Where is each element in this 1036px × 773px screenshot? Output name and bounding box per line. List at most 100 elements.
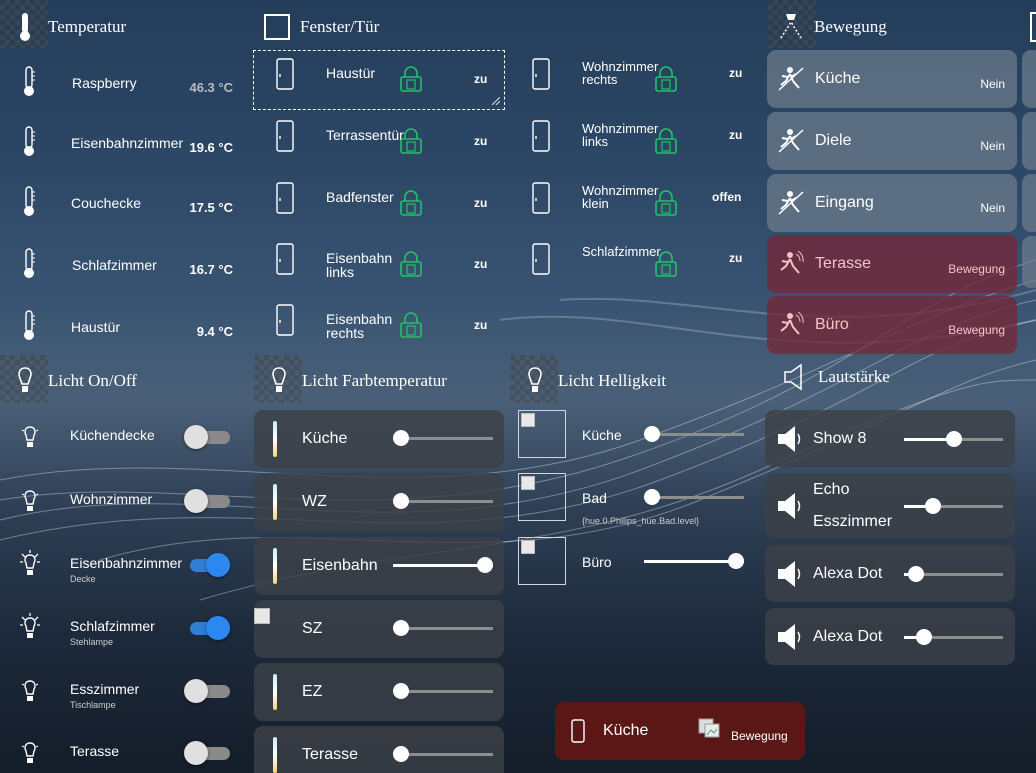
colortemp-card[interactable]: EZ xyxy=(254,663,504,721)
brightness-note: {hue.0.Philips_hue.Bad.level} xyxy=(582,516,700,526)
colortemp-card[interactable]: Terasse xyxy=(254,726,504,773)
motion-off-icon xyxy=(777,66,805,97)
section-title: Temperatur xyxy=(48,17,127,36)
light-toggle[interactable] xyxy=(184,678,232,704)
volume-slider[interactable] xyxy=(904,431,1003,447)
section-brightness-header: Licht Helligkeit xyxy=(522,366,666,396)
brightness-slider[interactable] xyxy=(644,426,744,442)
window-state: zu xyxy=(474,318,488,332)
lock-icon xyxy=(400,251,422,282)
speaker-icon xyxy=(775,491,805,526)
slider-thumb[interactable] xyxy=(644,426,660,442)
slider-thumb[interactable] xyxy=(644,489,660,505)
motion-card[interactable]: Küche Nein xyxy=(767,50,1017,108)
brightness-slider[interactable] xyxy=(644,553,744,569)
motion-off-icon xyxy=(777,128,805,159)
slider-thumb[interactable] xyxy=(477,557,493,573)
partial-card xyxy=(1022,112,1036,170)
toggle-knob[interactable] xyxy=(206,616,230,640)
toggle-knob[interactable] xyxy=(206,553,230,577)
colortemp-card[interactable]: Küche xyxy=(254,410,504,468)
slider-thumb[interactable] xyxy=(393,683,409,699)
motion-state: Nein xyxy=(980,139,1005,153)
motion-card[interactable]: Büro Bewegung xyxy=(767,296,1017,354)
slider-thumb[interactable] xyxy=(908,566,925,582)
temperature-value: 16.7 °C xyxy=(189,262,233,277)
motion-state: Bewegung xyxy=(948,262,1005,276)
slider-thumb[interactable] xyxy=(945,431,962,447)
volume-card[interactable]: Alexa Dot xyxy=(765,608,1015,665)
light-toggle[interactable] xyxy=(184,615,232,641)
volume-card[interactable]: Show 8 xyxy=(765,410,1015,467)
phone-icon xyxy=(571,719,585,743)
lock-icon xyxy=(655,251,677,282)
broken-image-icon xyxy=(698,718,720,738)
colortemp-slider[interactable] xyxy=(393,620,493,636)
volume-slider[interactable] xyxy=(904,629,1003,645)
colortemp-name: Eisenbahn xyxy=(302,557,378,574)
toggle-knob[interactable] xyxy=(184,679,208,703)
lightbulb-off-icon xyxy=(18,738,42,773)
lightbulb-off-icon xyxy=(18,676,42,711)
window-icon xyxy=(264,12,290,42)
partial-card xyxy=(1022,236,1036,288)
slider-thumb[interactable] xyxy=(916,629,933,645)
toggle-knob[interactable] xyxy=(184,425,208,449)
window-state: offen xyxy=(712,190,742,204)
speaker-icon xyxy=(775,424,805,459)
colortemp-name: WZ xyxy=(302,493,327,510)
colortemp-card[interactable]: WZ xyxy=(254,473,504,531)
slider-thumb[interactable] xyxy=(393,746,409,762)
broken-image-icon xyxy=(254,608,270,624)
thermometer-icon xyxy=(22,310,36,347)
volume-name-line1: Echo xyxy=(813,481,850,498)
brightness-slider[interactable] xyxy=(644,489,744,505)
motion-state: Bewegung xyxy=(948,323,1005,337)
partial-card xyxy=(1022,50,1036,108)
door-icon xyxy=(276,182,294,219)
temperature-name: Schlafzimmer xyxy=(72,257,157,273)
motion-card[interactable]: Terasse Bewegung xyxy=(767,235,1017,293)
colortemp-name: Terasse xyxy=(302,746,359,763)
volume-card[interactable]: Alexa Dot xyxy=(765,545,1015,602)
volume-card[interactable]: Echo Esszimmer xyxy=(765,474,1015,538)
section-title: Licht Helligkeit xyxy=(558,371,667,390)
motion-card-kueche-bottom[interactable]: Küche Bewegung xyxy=(555,702,805,760)
window-state: zu xyxy=(474,257,488,271)
slider-thumb[interactable] xyxy=(393,430,409,446)
section-motion-header: Bewegung xyxy=(778,12,887,42)
colortemp-card[interactable]: SZ xyxy=(254,600,504,658)
motion-card[interactable]: Eingang Nein xyxy=(767,174,1017,232)
slider-thumb[interactable] xyxy=(728,553,744,569)
motion-name: Eingang xyxy=(815,194,874,211)
partial-section-icon xyxy=(1030,12,1036,42)
light-toggle[interactable] xyxy=(184,740,232,766)
colortemp-slider[interactable] xyxy=(393,557,493,573)
volume-slider[interactable] xyxy=(904,566,1003,582)
light-toggle[interactable] xyxy=(184,552,232,578)
colortemp-slider[interactable] xyxy=(393,683,493,699)
colortemp-slider[interactable] xyxy=(393,493,493,509)
light-toggle[interactable] xyxy=(184,488,232,514)
volume-slider[interactable] xyxy=(904,498,1003,514)
colortemp-slider[interactable] xyxy=(393,746,493,762)
broken-image-icon xyxy=(518,537,566,585)
colortemp-bar-icon xyxy=(272,548,278,589)
motion-alarm-icon xyxy=(777,311,805,343)
light-toggle[interactable] xyxy=(184,424,232,450)
slider-thumb[interactable] xyxy=(924,498,941,514)
motion-off-icon xyxy=(777,190,805,221)
colortemp-slider[interactable] xyxy=(393,430,493,446)
door-icon xyxy=(532,120,550,157)
motion-card[interactable]: Diele Nein xyxy=(767,112,1017,170)
volume-name: Alexa Dot xyxy=(813,565,883,582)
toggle-knob[interactable] xyxy=(184,489,208,513)
volume-name: Alexa Dot xyxy=(813,628,883,645)
temperature-value: 17.5 °C xyxy=(189,200,233,215)
thermometer-icon xyxy=(12,12,38,42)
slider-thumb[interactable] xyxy=(393,493,409,509)
slider-thumb[interactable] xyxy=(393,620,409,636)
temperature-name: Couchecke xyxy=(71,195,142,211)
colortemp-card[interactable]: Eisenbahn xyxy=(254,537,504,595)
toggle-knob[interactable] xyxy=(184,741,208,765)
